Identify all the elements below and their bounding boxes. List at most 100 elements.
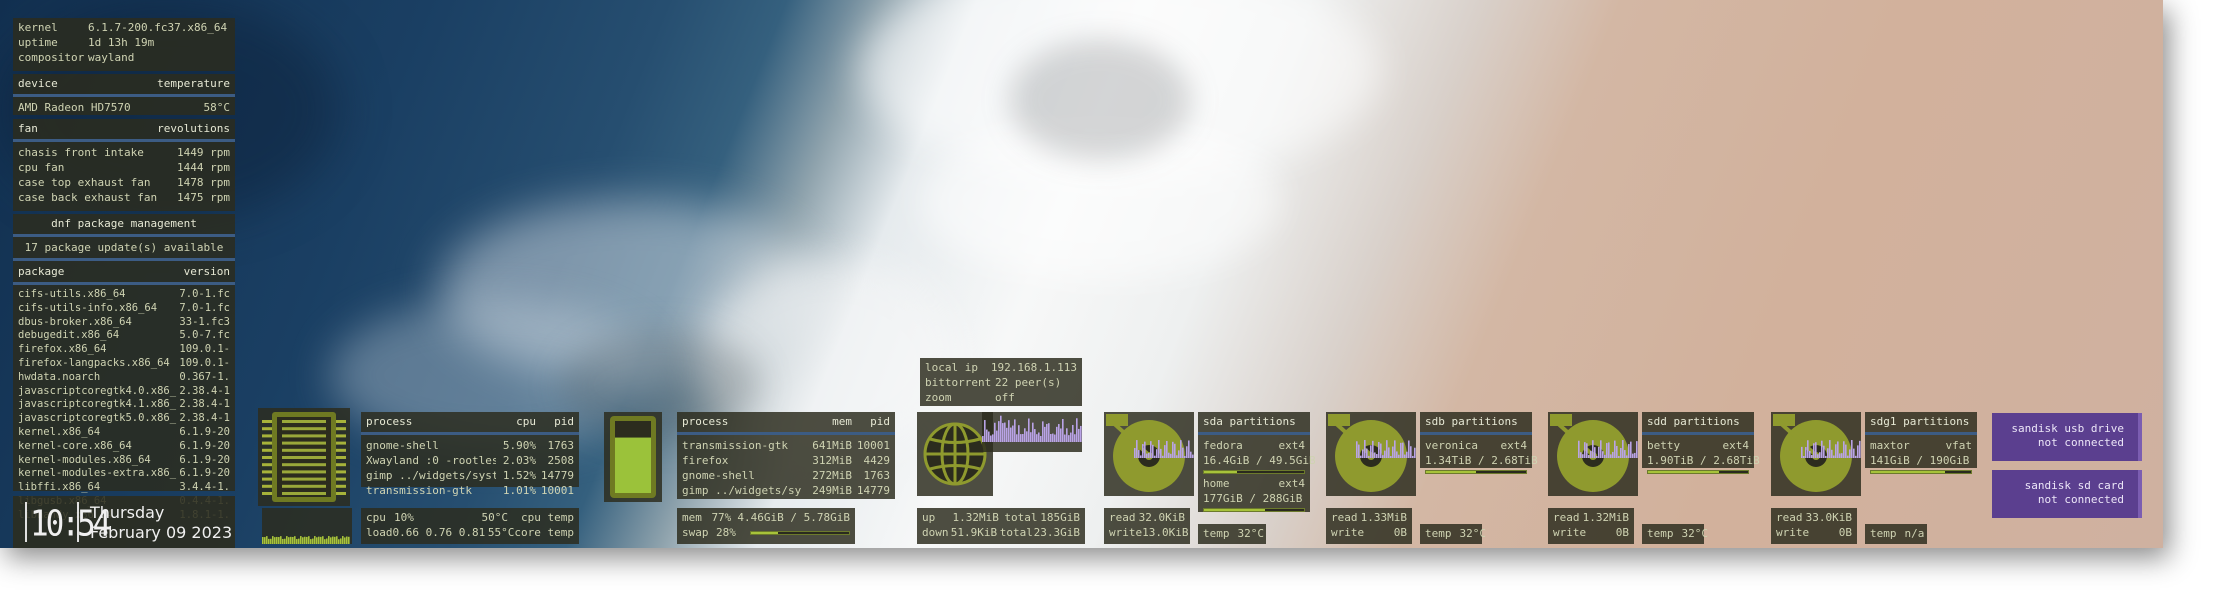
package-row: javascriptcoregtk5.0.x86_ 2.38.4-1 (13, 412, 235, 426)
disk-activity-bar (1358, 444, 1360, 458)
cpu-graph-bar (272, 536, 274, 544)
package-row: kernel-core.x86_64 6.1.9-20 (13, 440, 235, 454)
cpu-core-bar (282, 420, 326, 423)
disk-activity-bar (1831, 449, 1833, 458)
partition-usage: 16.4GiB / 49.5GiB (1203, 454, 1316, 467)
gpu-header-device: device (18, 77, 58, 90)
cpu-usage-label: cpu (366, 511, 386, 524)
package-row: cifs-utils.x86_64 7.0-1.fc (13, 288, 235, 302)
disk-activity-bar (1598, 446, 1600, 458)
disk-title: sdd partitions (1647, 415, 1740, 428)
network-row: bittorrent 22 peer(s) (920, 375, 1082, 390)
cpu-pin (336, 456, 346, 459)
package-row: firefox.x86_64 109.0.1- (13, 343, 235, 357)
disk-activity-bar (1610, 454, 1612, 458)
cpu-graph-bar (308, 536, 310, 544)
disk-activity-bar (1408, 440, 1410, 458)
cpu-core-bar (282, 492, 326, 495)
net-graph-bar (1022, 434, 1024, 442)
net-graph-bar (1066, 428, 1068, 442)
disk-activity-bar (1614, 440, 1616, 458)
divider (1198, 432, 1310, 435)
disk-activity-bar (1849, 449, 1851, 458)
cpu-core-bar (282, 434, 326, 438)
cpu-graph-bar (344, 537, 346, 544)
disk-activity-graph (1134, 438, 1194, 458)
package-row-label: firefox.x86_64 (18, 343, 107, 356)
process-row: Xwayland :0 -rootless 2.03% 2508 (361, 453, 579, 468)
package-row-value: 0.367-1. (179, 370, 230, 383)
disk-activity-bar (1586, 443, 1588, 458)
package-row: cifs-utils-info.x86_64 7.0-1.fc (13, 302, 235, 316)
disk-activity-bar (1839, 453, 1841, 458)
disk-write-label: write (1553, 526, 1587, 539)
usb-drive-status: sandisk usb drive not connected (1992, 413, 2142, 461)
net-graph-bar (1044, 426, 1046, 442)
process-pid: 2508 (547, 454, 575, 467)
mem-percent: 77% (711, 511, 732, 524)
divider (677, 432, 895, 435)
package-row-label: cifs-utils-info.x86_64 (18, 301, 158, 314)
network-row-value: 192.168.1.113 (990, 361, 1077, 374)
package-row-value: 6.1.9-20 (179, 425, 230, 438)
mem-header-process: process (682, 415, 729, 428)
package-row-value: 5.0-7.fc (179, 329, 230, 342)
cpu-graph-bar (322, 536, 324, 544)
package-row-label: javascriptcoregtk4.1.x86_ (18, 398, 177, 411)
mem-header-mem: mem (832, 415, 852, 428)
net-down-total-label: total (999, 526, 1033, 539)
disk-activity-bar (1602, 451, 1604, 458)
disk-activity-bar (1819, 452, 1821, 458)
cpu-core-temp: 55°C (487, 526, 515, 539)
cpu-pin (262, 456, 272, 459)
cpu-pin (336, 441, 346, 445)
partition-fs: ext4 (1278, 477, 1306, 490)
fan-row-label: case top exhaust fan (18, 176, 151, 189)
disk-activity-bar (1190, 451, 1192, 458)
cpu-graph-bar (340, 538, 342, 544)
disk-temp-panel: temp 32°C (1420, 524, 1486, 544)
package-row: javascriptcoregtk4.0.x86_ 2.38.4-1 (13, 385, 235, 399)
disk-activity-bar (1845, 444, 1847, 458)
disk-activity-bar (1150, 441, 1152, 458)
package-row-label: javascriptcoregtk5.0.x86_ (18, 412, 177, 425)
system-row-label: compositor (18, 51, 85, 64)
disk-temp-panel: temp 32°C (1198, 524, 1266, 544)
cpu-core-bar (282, 470, 326, 474)
cpu-pin (262, 470, 272, 474)
gpu-header-temperature: temperature (157, 77, 230, 90)
disk-activity-bar (1380, 443, 1382, 458)
package-row-value: 2.38.4-1 (179, 384, 230, 397)
disk-activity-bar (1148, 452, 1150, 458)
disk-activity-sparkline (1801, 440, 1861, 458)
disk-activity-bar (1594, 447, 1596, 458)
disk-write-label: write (1109, 526, 1143, 539)
fan-row-value: 1444 rpm (177, 161, 230, 174)
memory-battery-icon (610, 416, 656, 498)
partition-usage-fill (1426, 471, 1476, 473)
cpu-graph-bar (320, 536, 322, 544)
process-name: transmission-gtk (366, 484, 472, 497)
cpu-graph-bar (306, 536, 308, 544)
package-row-value: 6.1.9-20 (179, 453, 230, 466)
package-row-value: 3.4.4-1. (179, 481, 230, 494)
net-graph-bar (1076, 418, 1078, 442)
cpu-core-bar (282, 456, 326, 459)
mem-label: mem (682, 511, 702, 524)
dnf-header-package: package (18, 265, 65, 278)
cpu-pin (262, 477, 272, 481)
clock-day: Thursday (90, 503, 165, 522)
disk-temp-label: temp (1203, 527, 1230, 540)
process-row: gimp ../widgets/syste 249MiB 14779 (677, 483, 895, 498)
disk-activity-bar (1592, 440, 1594, 458)
net-graph-bar (1020, 434, 1022, 442)
net-graph-bar (1016, 434, 1018, 442)
system-row-value: wayland (88, 51, 135, 64)
net-graph-bar (1008, 420, 1010, 442)
system-row-value: 6.1.7-200.fc37.x86_64 (88, 21, 228, 34)
process-pid: 4429 (863, 454, 891, 467)
disk-activity-graph (1801, 438, 1861, 458)
net-up-total: 185GiB (1040, 511, 1080, 524)
sd-card-state: not connected (2037, 493, 2124, 506)
system-row-label: kernel (18, 21, 58, 34)
